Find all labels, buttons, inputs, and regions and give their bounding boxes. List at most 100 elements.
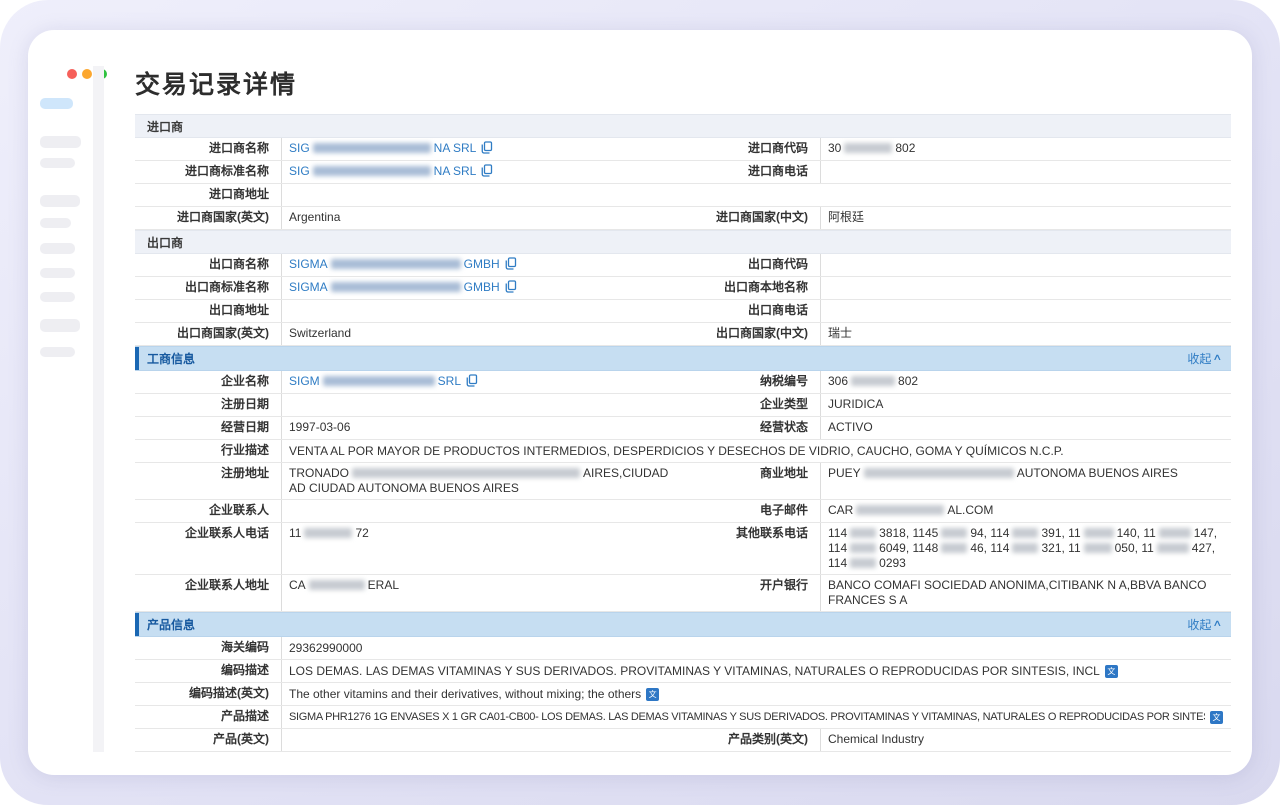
link-text[interactable]: SRL [438, 374, 461, 388]
value-segment: 46, 114 [970, 541, 1009, 555]
value-text: SIGMA PHR1276 1G ENVASES X 1 GR CA01-CB0… [289, 710, 1205, 725]
translate-icon[interactable]: 文 [1210, 711, 1223, 724]
redacted-text [850, 543, 876, 553]
link-text[interactable]: SIGM [289, 374, 320, 388]
copy-icon[interactable] [466, 374, 478, 387]
table-row: 编码描述LOS DEMAS. LAS DEMAS VITAMINAS Y SUS… [135, 660, 1231, 683]
field-label: 出口商国家(中文) [683, 323, 820, 345]
sidebar-item-placeholder[interactable] [40, 136, 81, 148]
field-value: CAR AL.COM [820, 500, 1231, 522]
minimize-button[interactable] [82, 69, 92, 79]
field-label: 注册日期 [135, 394, 281, 416]
field-label: 进口商地址 [135, 184, 281, 206]
redacted-text [304, 528, 352, 538]
collapse-button[interactable]: 收起∧ [1187, 616, 1221, 633]
page: 交易记录详情 进口商进口商名称SIGNA SRL进口商代码30802进口商标准名… [0, 0, 1280, 805]
link-text[interactable]: GMBH [464, 257, 500, 271]
field-label: 纳税编号 [683, 371, 820, 393]
value-segment: 321, 11 [1041, 541, 1080, 555]
field-value [281, 500, 683, 522]
sidebar-item-placeholder[interactable] [40, 292, 75, 302]
redacted-text [331, 282, 461, 292]
page-title: 交易记录详情 [135, 70, 1232, 100]
field-label: 企业名称 [135, 371, 281, 393]
table-row: 行业描述VENTA AL POR MAYOR DE PRODUCTOS INTE… [135, 440, 1231, 463]
value-segment: AL.COM [947, 503, 993, 517]
value-segment: JURIDICA [828, 397, 883, 411]
value-segment: 050, 11 [1115, 541, 1154, 555]
section-header-product: 产品信息收起∧ [135, 612, 1231, 637]
value-segment: PUEY [828, 466, 861, 480]
sidebar-item-active[interactable] [40, 98, 73, 109]
redacted-text [309, 580, 365, 590]
value-text: SIGMA GMBH [289, 280, 500, 294]
field-value [281, 300, 683, 322]
field-label: 进口商标准名称 [135, 161, 281, 183]
section-header-importer: 进口商 [135, 114, 1231, 138]
field-label: 注册地址 [135, 463, 281, 499]
field-value: ACTIVO [820, 417, 1231, 439]
collapse-button[interactable]: 收起∧ [1187, 350, 1221, 367]
link-text[interactable]: NA SRL [434, 164, 477, 178]
redacted-text [850, 528, 876, 538]
sidebar-item-placeholder[interactable] [40, 218, 71, 228]
table-row: 进口商国家(英文)Argentina进口商国家(中文)阿根廷 [135, 207, 1231, 230]
value-segment: CAR [828, 503, 853, 517]
link-text[interactable]: SIGMA [289, 280, 328, 294]
sidebar-scrollbar-track[interactable] [93, 66, 104, 752]
link-text[interactable]: SIG [289, 141, 310, 155]
value-segment: Argentina [289, 210, 340, 224]
field-label: 开户银行 [683, 575, 820, 611]
field-label: 出口商标准名称 [135, 277, 281, 299]
field-value: BANCO COMAFI SOCIEDAD ANONIMA,CITIBANK N… [820, 575, 1231, 611]
sidebar-item-placeholder[interactable] [40, 243, 75, 254]
redacted-text [844, 143, 892, 153]
link-text[interactable]: GMBH [464, 280, 500, 294]
value-segment: LOS DEMAS. LAS DEMAS VITAMINAS Y SUS DER… [289, 664, 1100, 678]
field-label: 进口商国家(中文) [683, 207, 820, 229]
copy-icon[interactable] [481, 141, 493, 154]
field-value [820, 161, 1231, 183]
redacted-text [1012, 528, 1038, 538]
field-value: SIGMA PHR1276 1G ENVASES X 1 GR CA01-CB0… [281, 706, 1231, 728]
redacted-text [1084, 543, 1112, 553]
field-value: 1172 [281, 523, 683, 574]
link-text[interactable]: SIG [289, 164, 310, 178]
link-text[interactable]: SIGMA [289, 257, 328, 271]
field-value: LOS DEMAS. LAS DEMAS VITAMINAS Y SUS DER… [281, 660, 1231, 682]
field-value: 1997-03-06 [281, 417, 683, 439]
field-value: TRONADOAIRES,CIUDAD AD CIUDAD AUTONOMA B… [281, 463, 683, 499]
main-content: 交易记录详情 进口商进口商名称SIGNA SRL进口商代码30802进口商标准名… [135, 70, 1232, 752]
browser-window: 交易记录详情 进口商进口商名称SIGNA SRL进口商代码30802进口商标准名… [28, 30, 1252, 775]
copy-icon[interactable] [505, 280, 517, 293]
field-label: 商业地址 [683, 463, 820, 499]
translate-icon[interactable]: 文 [1105, 665, 1118, 678]
table-row: 进口商地址 [135, 184, 1231, 207]
value-text: 1143818, 114594, 114391, 11140, 11147, 1… [828, 526, 1217, 570]
copy-icon[interactable] [505, 257, 517, 270]
value-text: SIG NA SRL [289, 164, 476, 178]
close-button[interactable] [67, 69, 77, 79]
table-row: 产品(英文)产品类别(英文)Chemical Industry [135, 729, 1231, 752]
table-row: 出口商国家(英文)Switzerland出口商国家(中文)瑞士 [135, 323, 1231, 346]
value-segment: 1997-03-06 [289, 420, 350, 434]
translate-icon[interactable]: 文 [646, 688, 659, 701]
link-text[interactable]: NA SRL [434, 141, 477, 155]
copy-icon[interactable] [481, 164, 493, 177]
redacted-text [313, 143, 431, 153]
field-label: 进口商电话 [683, 161, 820, 183]
table-row: 进口商名称SIGNA SRL进口商代码30802 [135, 138, 1231, 161]
sidebar-item-placeholder[interactable] [40, 268, 75, 278]
table-row: 进口商标准名称 SIG NA SRL 进口商电话 [135, 161, 1231, 184]
redacted-text [352, 468, 580, 478]
field-value: SIG NA SRL [281, 138, 683, 160]
value-text: Argentina [289, 210, 340, 224]
sidebar-item-placeholder[interactable] [40, 319, 80, 332]
table-row: 出口商标准名称SIGMAGMBH出口商本地名称 [135, 277, 1231, 300]
sidebar-item-placeholder[interactable] [40, 347, 75, 357]
value-text: VENTA AL POR MAYOR DE PRODUCTOS INTERMED… [289, 444, 1064, 459]
sidebar-item-placeholder[interactable] [40, 195, 80, 207]
field-label: 经营状态 [683, 417, 820, 439]
sidebar-item-placeholder[interactable] [40, 158, 75, 168]
value-segment: AUTONOMA BUENOS AIRES [1017, 466, 1178, 480]
